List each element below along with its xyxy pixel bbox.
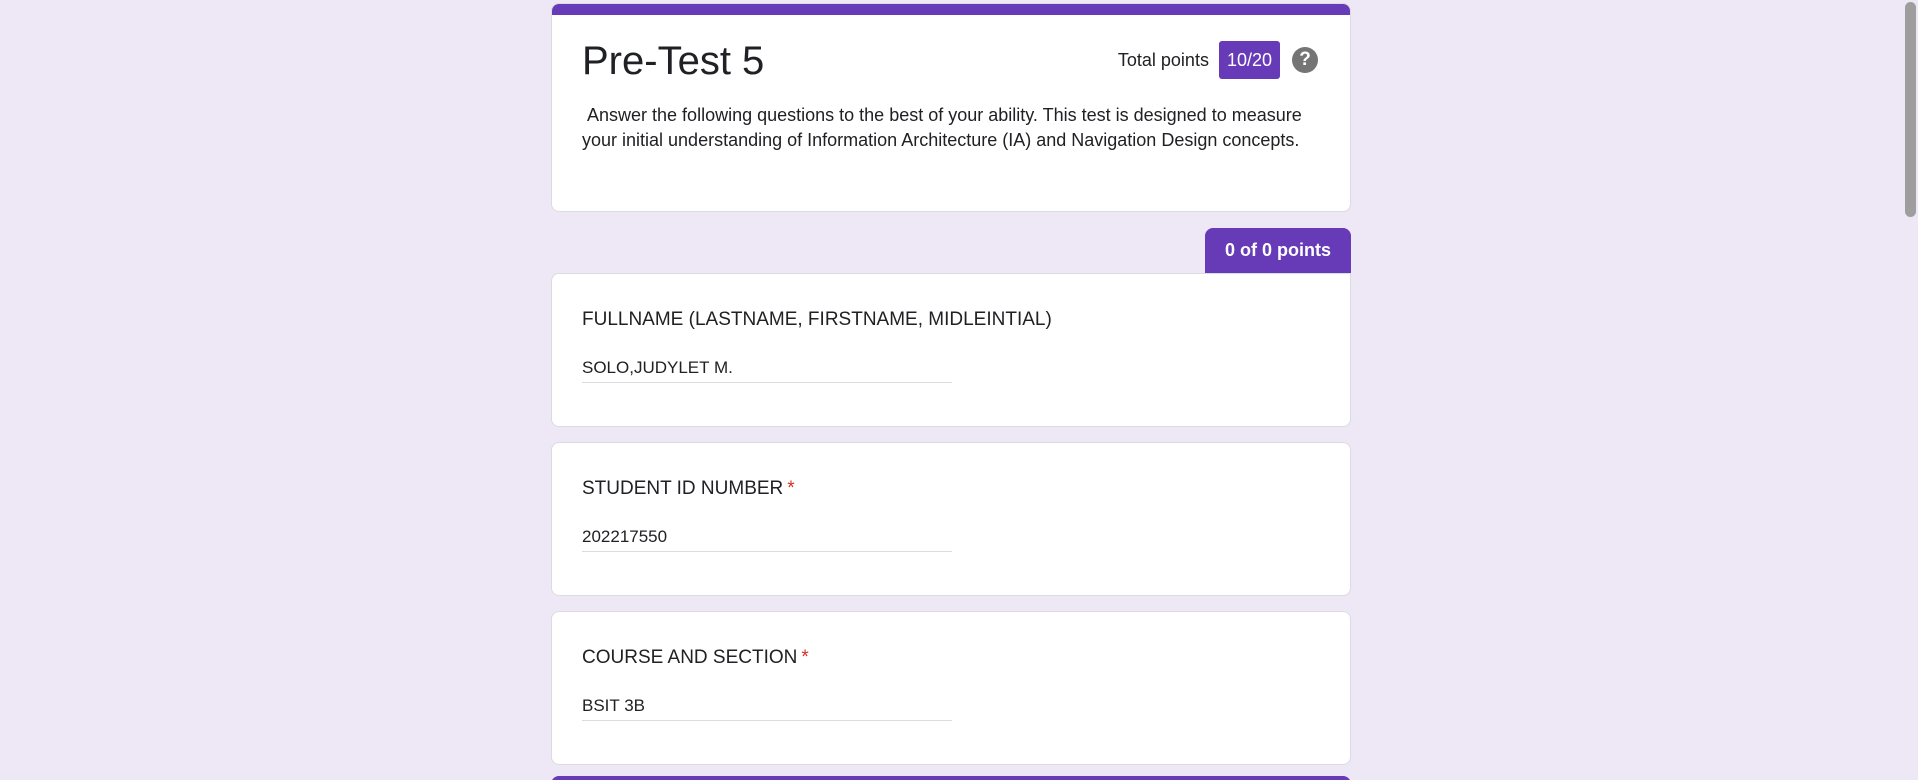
form-column: Pre-Test 5 Total points 10/20 ? Answer t…	[551, 3, 1351, 765]
question-title-text: FULLNAME (LASTNAME, FIRSTNAME, MIDLEINTI…	[582, 309, 1052, 330]
answer-student-id: 202217550	[582, 525, 952, 552]
header-accent-bar	[552, 4, 1350, 15]
score-badge: 10/20	[1218, 41, 1280, 79]
question-title-text: COURSE AND SECTION	[582, 647, 798, 668]
question-title: COURSE AND SECTION *	[582, 645, 809, 671]
question-card-course-section: COURSE AND SECTION * BSIT 3B	[551, 611, 1351, 765]
answer-fullname: SOLO,JUDYLET M.	[582, 356, 952, 383]
total-points: Total points 10/20 ?	[1118, 41, 1318, 79]
form-title: Pre-Test 5	[582, 39, 765, 83]
form-description: Answer the following questions to the be…	[582, 105, 1307, 150]
total-points-label: Total points	[1117, 49, 1209, 70]
next-section-accent-bar	[551, 776, 1351, 780]
help-icon[interactable]: ?	[1292, 47, 1318, 73]
question-card-student-id: STUDENT ID NUMBER * 202217550	[551, 442, 1351, 596]
answer-course-section: BSIT 3B	[582, 694, 952, 721]
section-points-tab: 0 of 0 points	[1204, 228, 1351, 273]
section-points-row: 0 of 0 points	[551, 228, 1351, 273]
scrollbar-track[interactable]	[1903, 0, 1918, 780]
page: Pre-Test 5 Total points 10/20 ? Answer t…	[0, 0, 1918, 780]
required-asterisk: *	[801, 647, 809, 668]
form-header-card: Pre-Test 5 Total points 10/20 ? Answer t…	[551, 3, 1351, 212]
question-title: FULLNAME (LASTNAME, FIRSTNAME, MIDLEINTI…	[582, 307, 1052, 333]
question-title-text: STUDENT ID NUMBER	[582, 478, 784, 499]
scrollbar-thumb[interactable]	[1905, 2, 1916, 217]
required-asterisk: *	[787, 478, 795, 499]
question-card-fullname: FULLNAME (LASTNAME, FIRSTNAME, MIDLEINTI…	[551, 273, 1351, 427]
question-title: STUDENT ID NUMBER *	[582, 476, 795, 502]
